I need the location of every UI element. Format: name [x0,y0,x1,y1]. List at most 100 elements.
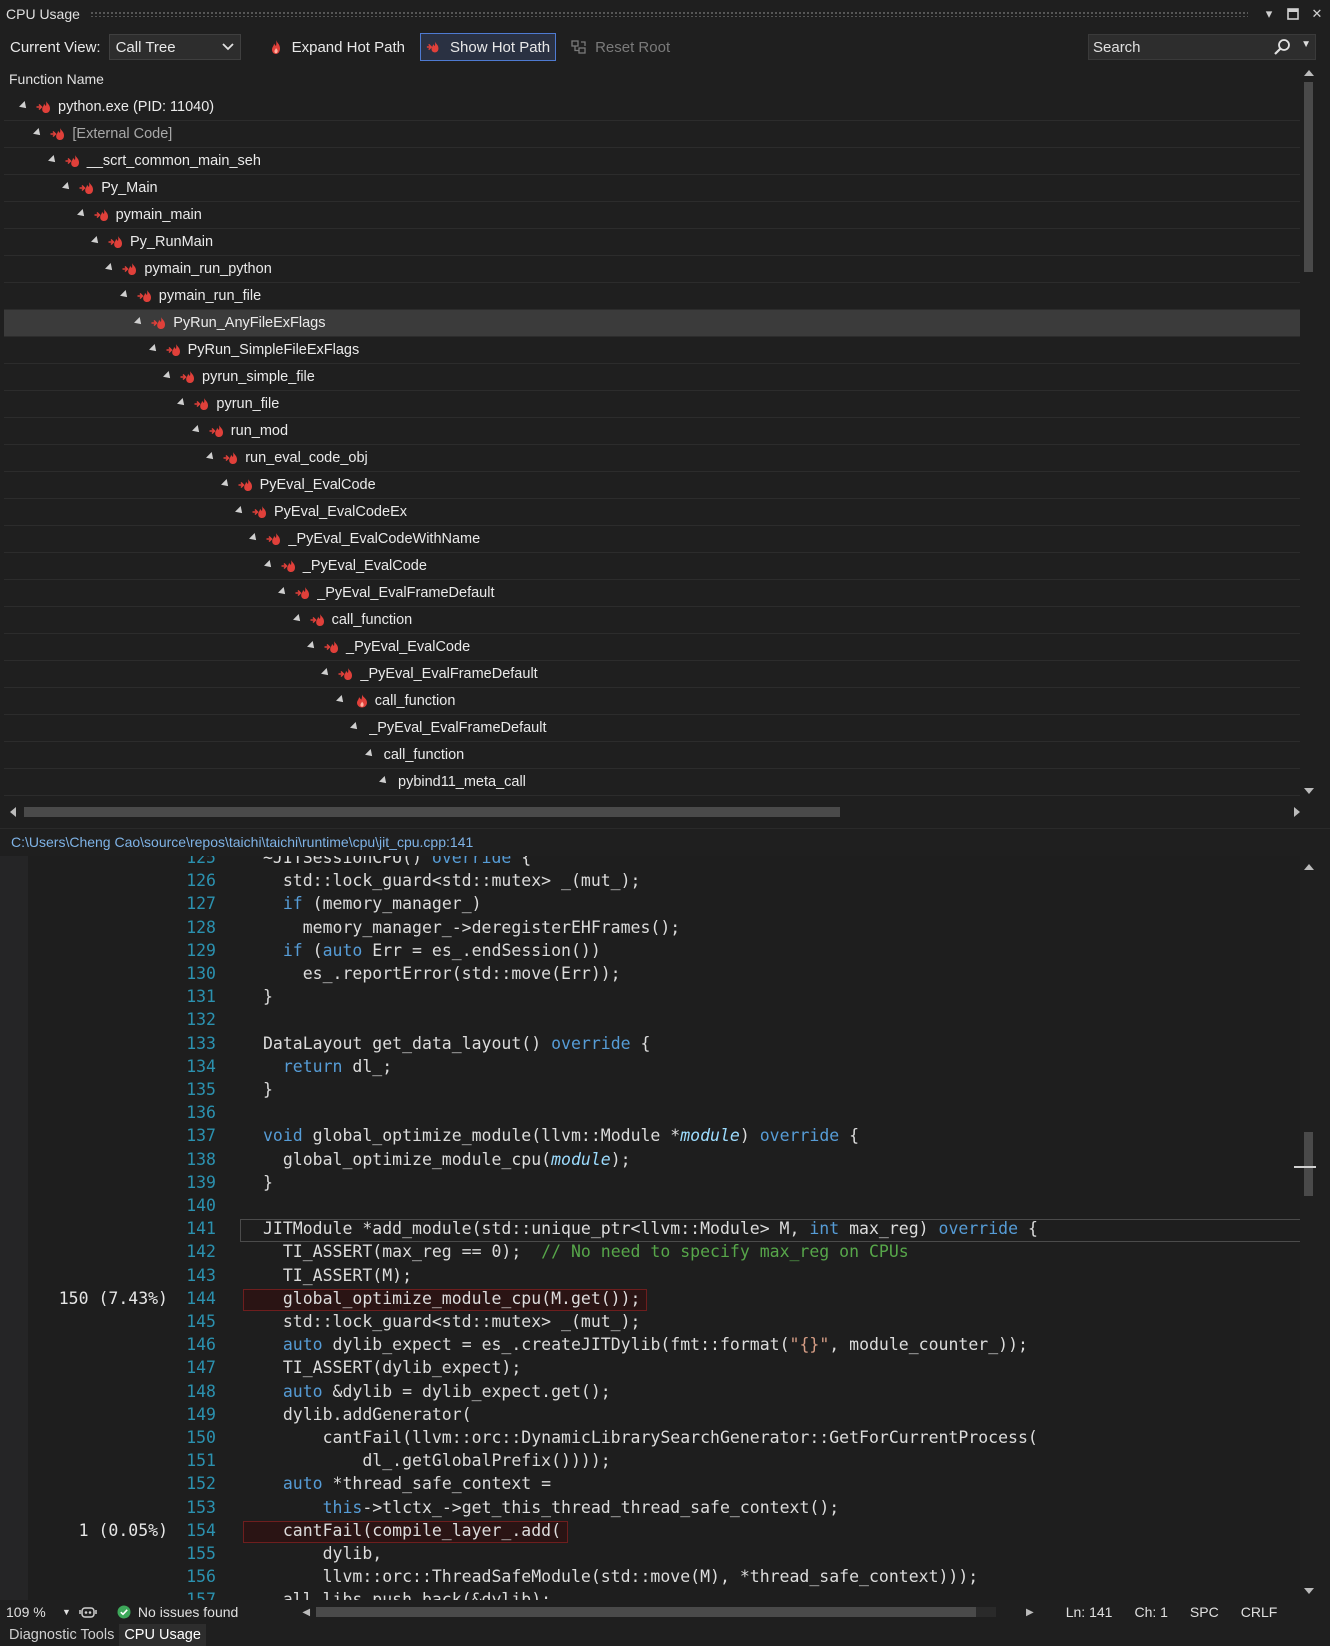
copilot-icon[interactable] [79,1604,97,1620]
search-input[interactable]: Search [1093,39,1141,56]
code-line[interactable]: 136 [0,1103,1310,1126]
close-icon[interactable]: ✕ [1306,3,1328,25]
code-line[interactable]: 147 TI_ASSERT(dylib_expect); [0,1358,1310,1381]
search-icon[interactable] [1273,38,1291,56]
tree-row[interactable]: pymain_run_file [4,283,1305,310]
expanded-triangle-icon[interactable] [350,722,361,732]
expanded-triangle-icon[interactable] [263,560,274,570]
tab-diagnostic-tools[interactable]: Diagnostic Tools [4,1624,119,1646]
tree-row[interactable]: __scrt_common_main_seh [4,148,1305,175]
tree-row[interactable]: PyRun_SimpleFileExFlags [4,337,1305,364]
code-line[interactable]: 134 return dl_; [0,1057,1310,1080]
code-line[interactable]: 155 dylib, [0,1544,1310,1567]
code-line[interactable]: 142 TI_ASSERT(max_reg == 0); // No need … [0,1242,1310,1265]
status-scrollbar-thumb[interactable] [316,1607,977,1617]
expanded-triangle-icon[interactable] [163,371,173,381]
tree-row[interactable]: Py_RunMain [4,229,1305,256]
editor-scrollbar-thumb[interactable] [1304,1132,1313,1196]
tree-row[interactable]: pyrun_file [4,391,1305,418]
tree-row[interactable]: _PyEval_EvalCode [4,634,1305,661]
maximize-icon[interactable] [1282,3,1304,25]
code-line[interactable]: 135} [0,1080,1310,1103]
status-scroll-right-icon[interactable]: ▶ [1026,1607,1034,1618]
tree-row[interactable]: PyRun_AnyFileExFlags [4,310,1305,337]
code-line[interactable]: 131} [0,987,1310,1010]
code-line[interactable]: 143 TI_ASSERT(M); [0,1266,1310,1289]
tree-row[interactable]: PyEval_EvalCode [4,472,1305,499]
current-view-select[interactable]: Call Tree [108,34,241,60]
expanded-triangle-icon[interactable] [235,506,245,516]
tree-row[interactable]: _PyEval_EvalCodeWithName [4,526,1305,553]
editor-scroll-down-arrow-icon[interactable] [1304,1588,1314,1594]
tree-row[interactable]: pymain_main [4,202,1305,229]
code-line[interactable]: 130 es_.reportError(std::move(Err)); [0,964,1310,987]
code-line[interactable]: 157 all_libs.push_back(&dylib); [0,1590,1310,1600]
code-editor[interactable]: 125 ~JITSessionCPU() override {126 std::l… [0,856,1312,1600]
code-line[interactable]: 149 dylib.addGenerator( [0,1405,1310,1428]
code-line[interactable]: 133 DataLayout get_data_layout() override… [0,1034,1310,1057]
window-menu-dropdown-icon[interactable]: ▾ [1258,3,1280,25]
expanded-triangle-icon[interactable] [220,479,231,489]
column-indicator[interactable]: Ch: 1 [1134,1604,1167,1620]
expanded-triangle-icon[interactable] [47,155,58,165]
code-line[interactable]: 148 auto &dylib = dylib_expect.get(); [0,1382,1310,1405]
tree-row[interactable]: python.exe (PID: 11040) [4,94,1305,121]
tree-row[interactable]: _PyEval_EvalCode [4,553,1305,580]
zoom-dropdown-icon[interactable]: ▼ [62,1607,71,1617]
tree-row[interactable]: run_eval_code_obj [4,445,1305,472]
reset-root-button[interactable]: Reset Root [566,33,675,61]
show-hot-path-button[interactable]: Show Hot Path [420,33,557,61]
tree-row[interactable]: run_mod [4,418,1305,445]
status-horizontal-scrollbar[interactable] [316,1607,997,1617]
tree-row[interactable]: _PyEval_EvalFrameDefault [4,580,1305,607]
expanded-triangle-icon[interactable] [379,776,389,786]
expanded-triangle-icon[interactable] [105,263,116,273]
code-line[interactable]: 145 std::lock_guard<std::mutex> _(mut_); [0,1312,1310,1335]
call-tree-horizontal-scrollbar[interactable] [4,802,1306,822]
code-line[interactable]: 139} [0,1173,1310,1196]
tree-row[interactable]: pyrun_simple_file [4,364,1305,391]
expanded-triangle-icon[interactable] [76,209,87,219]
expanded-triangle-icon[interactable] [206,452,217,462]
tree-row[interactable]: PyEval_EvalCodeEx [4,499,1305,526]
tree-row[interactable]: call_function [4,742,1305,769]
code-line[interactable]: 132 [0,1010,1310,1033]
expanded-triangle-icon[interactable] [321,668,332,678]
expanded-triangle-icon[interactable] [335,695,346,705]
expanded-triangle-icon[interactable] [191,425,202,435]
issues-status[interactable]: No issues found [138,1604,238,1620]
code-line[interactable]: 137 void global_optimize_module(llvm::Mod… [0,1126,1310,1149]
code-line[interactable]: 152 auto *thread_safe_context = [0,1474,1310,1497]
spacing-indicator[interactable]: SPC [1190,1604,1219,1620]
expanded-triangle-icon[interactable] [62,182,73,192]
line-ending-indicator[interactable]: CRLF [1241,1604,1278,1620]
expanded-triangle-icon[interactable] [364,749,375,759]
expanded-triangle-icon[interactable] [307,641,317,651]
tree-row[interactable]: call_function [4,688,1305,715]
tool-window-titlebar[interactable]: CPU Usage ▾ ✕ [0,0,1330,28]
expanded-triangle-icon[interactable] [91,236,101,246]
tree-row[interactable]: _PyEval_EvalFrameDefault [4,661,1305,688]
tree-row[interactable]: call_function [4,607,1305,634]
code-line[interactable]: 141 JITModule *add_module(std::unique_ptr… [0,1219,1310,1243]
code-line[interactable]: 150 (7.43%) 144 global_optimize_module_cp… [0,1288,1310,1312]
drag-grip[interactable] [89,11,1248,17]
status-scroll-left-icon[interactable]: ◀ [302,1607,310,1618]
scroll-down-arrow-icon[interactable] [1304,788,1314,794]
tree-row[interactable]: Py_Main [4,175,1305,202]
expanded-triangle-icon[interactable] [177,398,188,408]
scroll-up-arrow-icon[interactable] [1304,70,1314,76]
editor-scroll-up-arrow-icon[interactable] [1304,864,1314,870]
code-line[interactable]: 127 if (memory_manager_) [0,894,1310,917]
tree-row[interactable]: pymain_run_python [4,256,1305,283]
expanded-triangle-icon[interactable] [148,344,159,354]
code-line[interactable]: 140 [0,1196,1310,1219]
expanded-triangle-icon[interactable] [134,317,145,327]
scroll-left-arrow-icon[interactable] [10,807,16,817]
tab-cpu-usage[interactable]: CPU Usage [119,1624,206,1646]
code-line[interactable]: 1 (0.05%) 154 cantFail(compile_layer_.add… [0,1520,1310,1544]
code-line[interactable]: 146 auto dylib_expect = es_.createJITDyl… [0,1335,1310,1358]
call-tree-vertical-scrollbar[interactable] [1300,64,1316,800]
code-line[interactable]: 151 dl_.getGlobalPrefix()))); [0,1451,1310,1474]
function-name-column-header[interactable]: Function Name [4,66,1304,92]
